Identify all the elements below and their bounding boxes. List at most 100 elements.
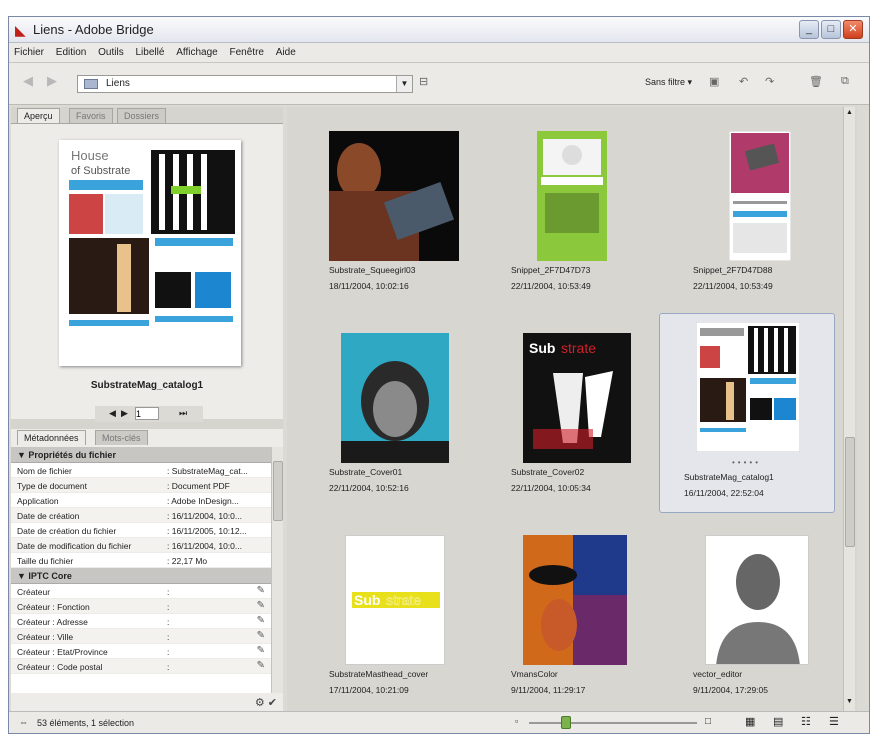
title-bar: ◣ Liens - Adobe Bridge _ □ ✕ (9, 17, 869, 43)
content-grid: Substrate_Squeegirl03 18/11/2004, 10:02:… (287, 107, 857, 711)
thumbnail-name: Substrate_Cover02 (511, 467, 585, 477)
zoom-out-icon[interactable]: ▫ (515, 716, 518, 726)
meta-row: Type de document: Document PDF (11, 478, 271, 493)
meta-row: Nom de fichier: SubstrateMag_cat... (11, 463, 271, 478)
back-arrow-icon[interactable]: ◀ (23, 73, 33, 89)
menu-fenetre[interactable]: Fenêtre (225, 43, 268, 58)
thumbnail-item[interactable]: vector_editor 9/11/2004, 17:29:05 (659, 515, 835, 715)
thumbnail-size-slider[interactable] (529, 722, 697, 724)
compact-mode-icon[interactable]: ⧉ (841, 75, 849, 88)
thumbnail-image (729, 131, 791, 261)
thumbnail-view-icon[interactable]: ▦ (745, 715, 755, 728)
rating-dots[interactable]: ••••• (732, 458, 761, 467)
rotate-right-icon[interactable]: ↷ (765, 75, 774, 88)
menu-affichage[interactable]: Affichage (171, 43, 222, 58)
adobe-bridge-icon: ◣ (15, 22, 26, 38)
filmstrip-view-icon[interactable]: ▤ (773, 715, 783, 728)
filter-dropdown[interactable]: Sans filtre ▾ (645, 77, 692, 88)
scrollbar-thumb[interactable] (273, 461, 283, 521)
content-scrollbar[interactable]: ▲ ▼ (843, 107, 855, 711)
metadata-scrollbar[interactable] (271, 447, 283, 693)
page-number-input[interactable] (135, 407, 159, 420)
menu-aide[interactable]: Aide (271, 43, 300, 58)
tab-dossiers[interactable]: Dossiers (117, 108, 167, 123)
rotate-left-icon[interactable]: ↶ (739, 75, 748, 88)
meta-row: Créateur: ✎ (11, 584, 271, 599)
menu-fichier[interactable]: Fichier (9, 43, 48, 58)
thumbnail-date: 22/11/2004, 10:52:16 (329, 483, 409, 493)
forward-arrow-icon[interactable]: ▶ (47, 73, 57, 89)
page-navigator: ◀ ▶ ⏭ (95, 406, 203, 422)
panel-toggle-icon[interactable]: ⇔ (19, 717, 28, 727)
prev-page-icon[interactable]: ◀ (109, 408, 116, 419)
thumbnail-name: vector_editor (693, 669, 743, 679)
scrollbar-thumb[interactable] (845, 437, 855, 547)
preview-image: House of Substrate (59, 140, 241, 366)
thumbnail-image (696, 322, 800, 452)
pencil-icon[interactable]: ✎ (257, 585, 265, 596)
thumbnail-name: Substrate_Squeegirl03 (329, 265, 416, 275)
preview-tabs: Aperçu Favoris Dossiers (11, 107, 283, 123)
settings-icon[interactable]: ⚙ (255, 697, 265, 709)
menu-edition[interactable]: Edition (51, 43, 91, 58)
thumbnail-image: Sub strate (523, 333, 631, 463)
thumbnail-date: 22/11/2004, 10:53:49 (511, 281, 591, 291)
thumbnail-item-selected[interactable]: ••••• SubstrateMag_catalog1 16/11/2004, … (659, 313, 835, 513)
last-page-icon[interactable]: ⏭ (179, 408, 187, 419)
thumbnail-date: 22/11/2004, 10:05:34 (511, 483, 591, 493)
metadata-panel: Métadonnées Mots-clés ▼ Propriétés du fi… (11, 429, 283, 711)
zoom-in-icon[interactable]: □ (705, 716, 711, 727)
thumbnail-name: SubstrateMasthead_cover (329, 669, 429, 679)
svg-text:Sub: Sub (354, 592, 380, 608)
next-page-icon[interactable]: ▶ (121, 408, 128, 419)
section-iptc-core[interactable]: ▼ IPTC Core (11, 568, 271, 584)
maximize-button[interactable]: □ (821, 20, 841, 39)
apply-check-icon[interactable]: ✔ (268, 697, 277, 709)
pencil-icon[interactable]: ✎ (257, 660, 265, 671)
trash-icon[interactable]: 🗑 (809, 75, 823, 88)
thumbnail-item[interactable]: Snippet_2F7D47D88 22/11/2004, 10:53:49 (659, 111, 835, 311)
metadata-footer: ⚙ ✔ (255, 696, 277, 709)
meta-row: Date de création du fichier: 16/11/2005,… (11, 523, 271, 538)
thumbnail-item[interactable]: Snippet_2F7D47D73 22/11/2004, 10:53:49 (477, 111, 653, 311)
tab-metadonnees[interactable]: Métadonnées (17, 430, 86, 445)
details-view-icon[interactable]: ☷ (801, 715, 811, 728)
status-bar: ⇔ 53 éléments, 1 sélection ▫ □ ▦ ▤ ☷ ☰ (9, 711, 869, 733)
path-label: Liens (106, 78, 130, 89)
pencil-icon[interactable]: ✎ (257, 615, 265, 626)
preview-filename: SubstrateMag_catalog1 (90, 380, 204, 391)
menu-libelle[interactable]: Libellé (131, 43, 169, 58)
tab-favoris[interactable]: Favoris (69, 108, 113, 123)
pencil-icon[interactable]: ✎ (257, 630, 265, 641)
tab-mots-cles[interactable]: Mots-clés (95, 430, 148, 445)
meta-row: Créateur : Fonction: ✎ (11, 599, 271, 614)
meta-row: Créateur : Code postal: ✎ (11, 659, 271, 674)
thumbnail-item[interactable]: Substrate_Cover01 22/11/2004, 10:52:16 (295, 313, 471, 513)
minimize-button[interactable]: _ (799, 20, 819, 39)
section-file-properties[interactable]: ▼ Propriétés du fichier (11, 447, 271, 463)
tab-apercu[interactable]: Aperçu (17, 108, 60, 123)
thumbnail-image: Sub strate (345, 535, 445, 665)
versions-view-icon[interactable]: ☰ (829, 715, 839, 728)
scroll-down-icon[interactable]: ▼ (846, 698, 853, 705)
pencil-icon[interactable]: ✎ (257, 645, 265, 656)
scroll-up-icon[interactable]: ▲ (846, 109, 853, 116)
menu-outils[interactable]: Outils (93, 43, 128, 58)
slider-thumb[interactable] (561, 716, 571, 729)
thumbnail-item[interactable]: Substrate_Squeegirl03 18/11/2004, 10:02:… (295, 111, 471, 311)
bridge-window: ◣ Liens - Adobe Bridge _ □ ✕ Fichier Edi… (8, 16, 870, 734)
new-folder-icon[interactable]: ▣ (709, 75, 719, 88)
chevron-down-icon[interactable]: ▼ (396, 76, 412, 92)
svg-text:Sub: Sub (529, 340, 555, 356)
metadata-list: ▼ Propriétés du fichier Nom de fichier: … (11, 447, 271, 693)
pencil-icon[interactable]: ✎ (257, 600, 265, 611)
path-dropdown[interactable]: Liens ▼ (77, 75, 413, 93)
thumbnail-item[interactable]: Sub strate Substrate_Cover02 22/11/2004, … (477, 313, 653, 513)
folder-icon (84, 79, 98, 89)
thumbnail-item[interactable]: Sub strate SubstrateMasthead_cover 17/11/… (295, 515, 471, 715)
go-up-icon[interactable]: ⊟ (419, 75, 428, 88)
thumbnail-item[interactable]: VmansColor 9/11/2004, 11:29:17 (477, 515, 653, 715)
thumbnail-date: 16/11/2004, 22:52:04 (684, 488, 764, 498)
thumbnail-date: 22/11/2004, 10:53:49 (693, 281, 773, 291)
close-button[interactable]: ✕ (843, 20, 863, 39)
